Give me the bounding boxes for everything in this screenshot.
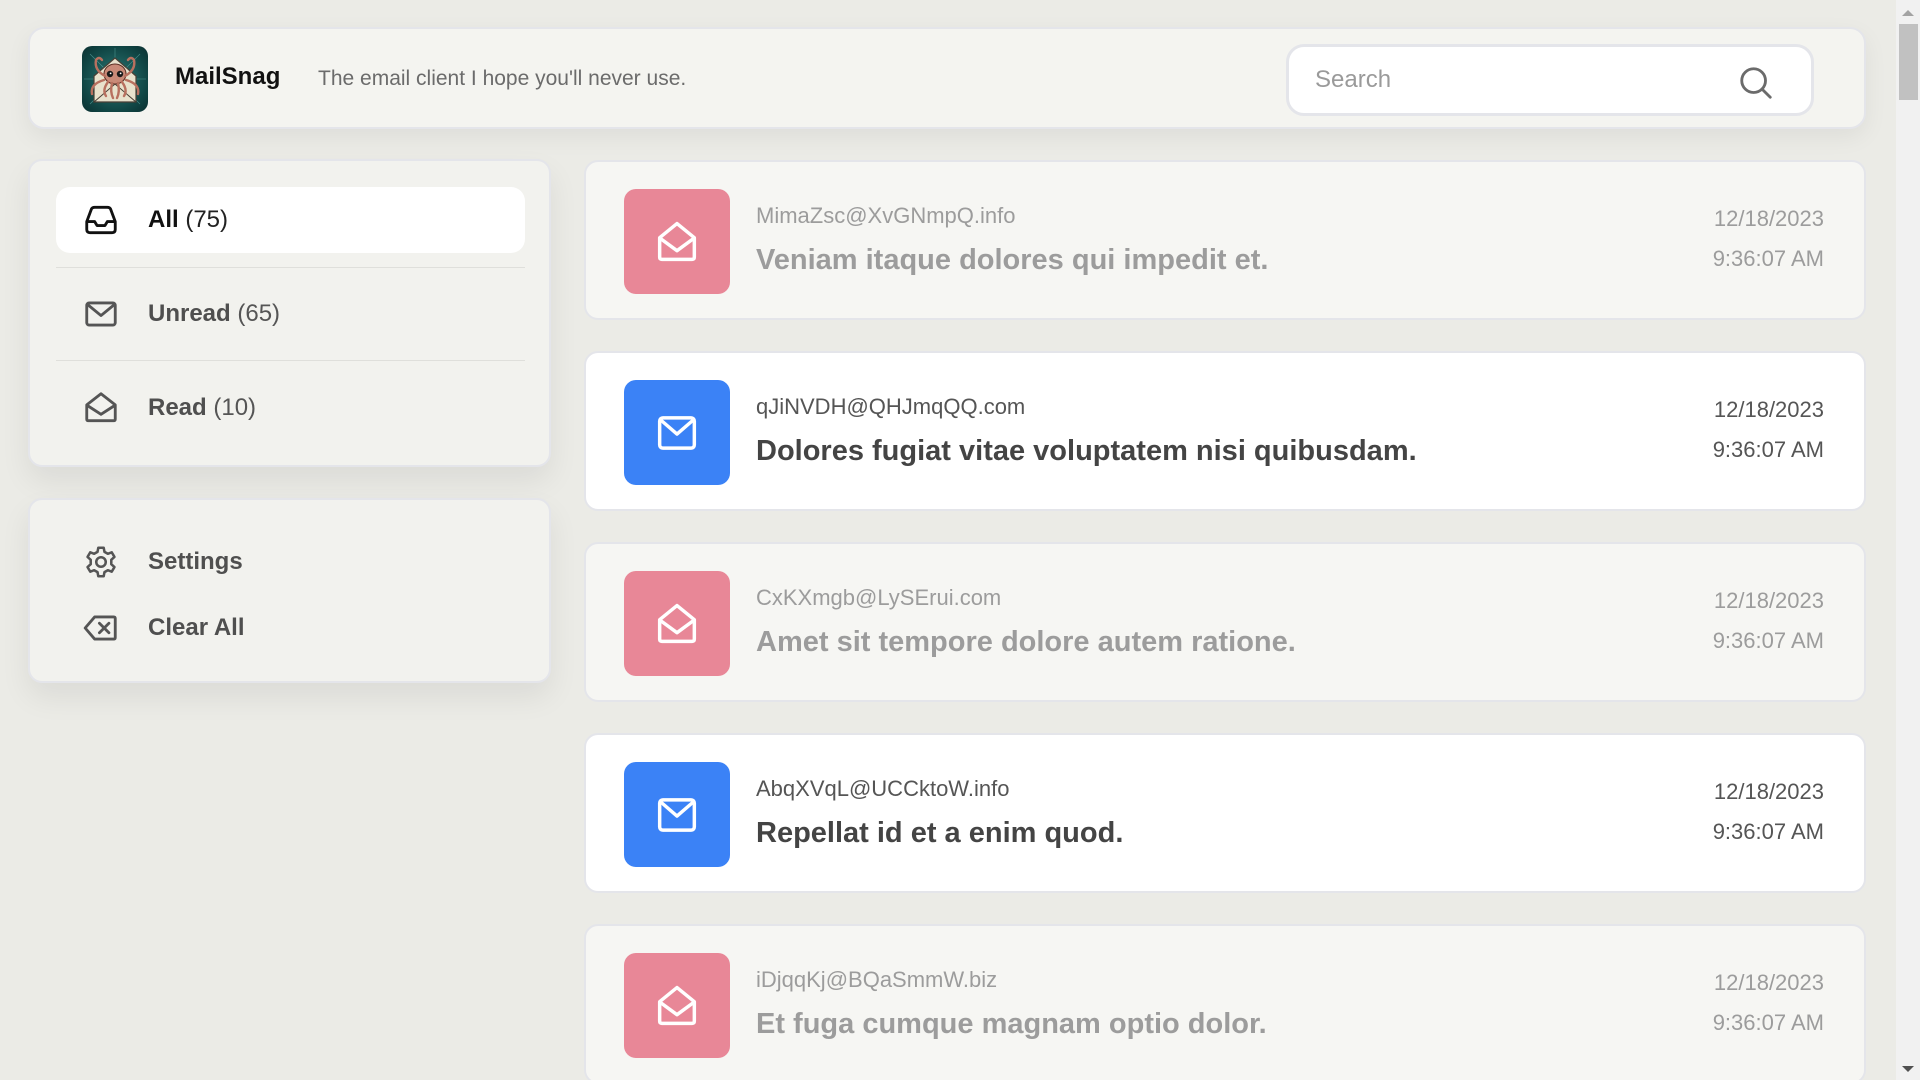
mail-closed-icon (85, 301, 117, 327)
email-status-tile (624, 953, 730, 1058)
backspace-x-icon (83, 615, 117, 641)
sidebar-item-read[interactable]: Read (10) (56, 375, 525, 441)
email-time: 9:36:07 AM (1712, 1010, 1824, 1035)
mail-closed-icon (657, 415, 697, 450)
settings-label: Settings (148, 548, 243, 575)
mail-open-icon (657, 221, 697, 261)
mail-open-icon (657, 985, 697, 1025)
email-sender: iDjqqKj@BQaSmmW.biz (756, 967, 998, 992)
sidebar-item-unread[interactable]: Unread (65) (56, 281, 525, 347)
mail-open-icon (85, 392, 117, 423)
email-item[interactable]: qJiNVDH@QHJmqQQ.com Dolores fugiat vitae… (584, 351, 1866, 511)
app-logo (82, 46, 148, 112)
email-subject: Veniam itaque dolores qui impedit et. (756, 244, 1269, 276)
email-item[interactable]: CxKXmgb@LySErui.com Amet sit tempore dol… (584, 542, 1866, 702)
email-sender: MimaZsc@XvGNmpQ.info (756, 203, 1016, 228)
mail-open-icon (657, 603, 697, 643)
email-subject: Amet sit tempore dolore autem ratione. (756, 626, 1296, 658)
email-sender: CxKXmgb@LySErui.com (756, 585, 1002, 610)
email-status-tile (624, 380, 730, 485)
tools-panel: Settings Clear All (28, 498, 551, 683)
email-item[interactable]: MimaZsc@XvGNmpQ.info Veniam itaque dolor… (584, 160, 1866, 320)
sidebar-item-count: (10) (213, 394, 257, 421)
octopus-envelope-logo-icon (84, 48, 146, 105)
clear-all-label: Clear All (148, 614, 245, 641)
app-tagline: The email client I hope you'll never use… (318, 67, 687, 90)
mailbox-filter-panel: All (75) Unread (65) Read (10) (28, 159, 551, 467)
scrollbar-thumb[interactable] (1899, 24, 1918, 100)
email-sender: qJiNVDH@QHJmqQQ.com (756, 394, 1026, 419)
email-date: 12/18/2023 (1713, 779, 1824, 804)
email-date: 12/18/2023 (1713, 397, 1824, 422)
email-date: 12/18/2023 (1713, 970, 1824, 995)
app-header: MailSnag The email client I hope you'll … (28, 27, 1866, 129)
divider (56, 267, 525, 268)
settings-button[interactable]: Settings (56, 537, 525, 587)
page-scrollbar[interactable] (1896, 0, 1920, 1080)
email-time: 9:36:07 AM (1712, 819, 1824, 844)
email-date: 12/18/2023 (1713, 588, 1824, 613)
email-subject: Dolores fugiat vitae voluptatem nisi qui… (756, 435, 1417, 467)
sidebar-item-label: Unread (65) (148, 300, 281, 327)
email-status-tile (624, 571, 730, 676)
sidebar-item-label: All (75) (148, 206, 229, 233)
sidebar-item-label: Read (10) (148, 394, 257, 421)
email-item[interactable]: AbqXVqL@UCCktoW.info Repellat id et a en… (584, 733, 1866, 893)
scroll-down-arrow-icon[interactable] (1902, 1066, 1914, 1072)
app-brand-name: MailSnag (175, 63, 281, 90)
sidebar-item-count: (65) (237, 300, 281, 327)
sidebar-item-count: (75) (185, 206, 229, 233)
email-subject: Et fuga cumque magnam optio dolor. (756, 1008, 1267, 1040)
search-icon[interactable] (1737, 64, 1775, 102)
sidebar-item-all[interactable]: All (75) (56, 187, 525, 253)
email-time: 9:36:07 AM (1712, 628, 1824, 653)
email-time: 9:36:07 AM (1712, 437, 1824, 462)
search-input[interactable] (1315, 63, 1735, 97)
gear-icon (86, 546, 116, 578)
search-box[interactable] (1286, 44, 1814, 116)
email-item[interactable]: iDjqqKj@BQaSmmW.biz Et fuga cumque magna… (584, 924, 1866, 1080)
divider (56, 360, 525, 361)
email-subject: Repellat id et a enim quod. (756, 817, 1124, 849)
scroll-up-arrow-icon[interactable] (1902, 10, 1914, 16)
email-time: 9:36:07 AM (1712, 246, 1824, 271)
mail-closed-icon (657, 797, 697, 832)
clear-all-button[interactable]: Clear All (56, 603, 525, 653)
email-status-tile (624, 189, 730, 294)
inbox-icon (85, 205, 117, 235)
email-sender: AbqXVqL@UCCktoW.info (756, 776, 1010, 801)
email-status-tile (624, 762, 730, 867)
email-date: 12/18/2023 (1713, 206, 1824, 231)
